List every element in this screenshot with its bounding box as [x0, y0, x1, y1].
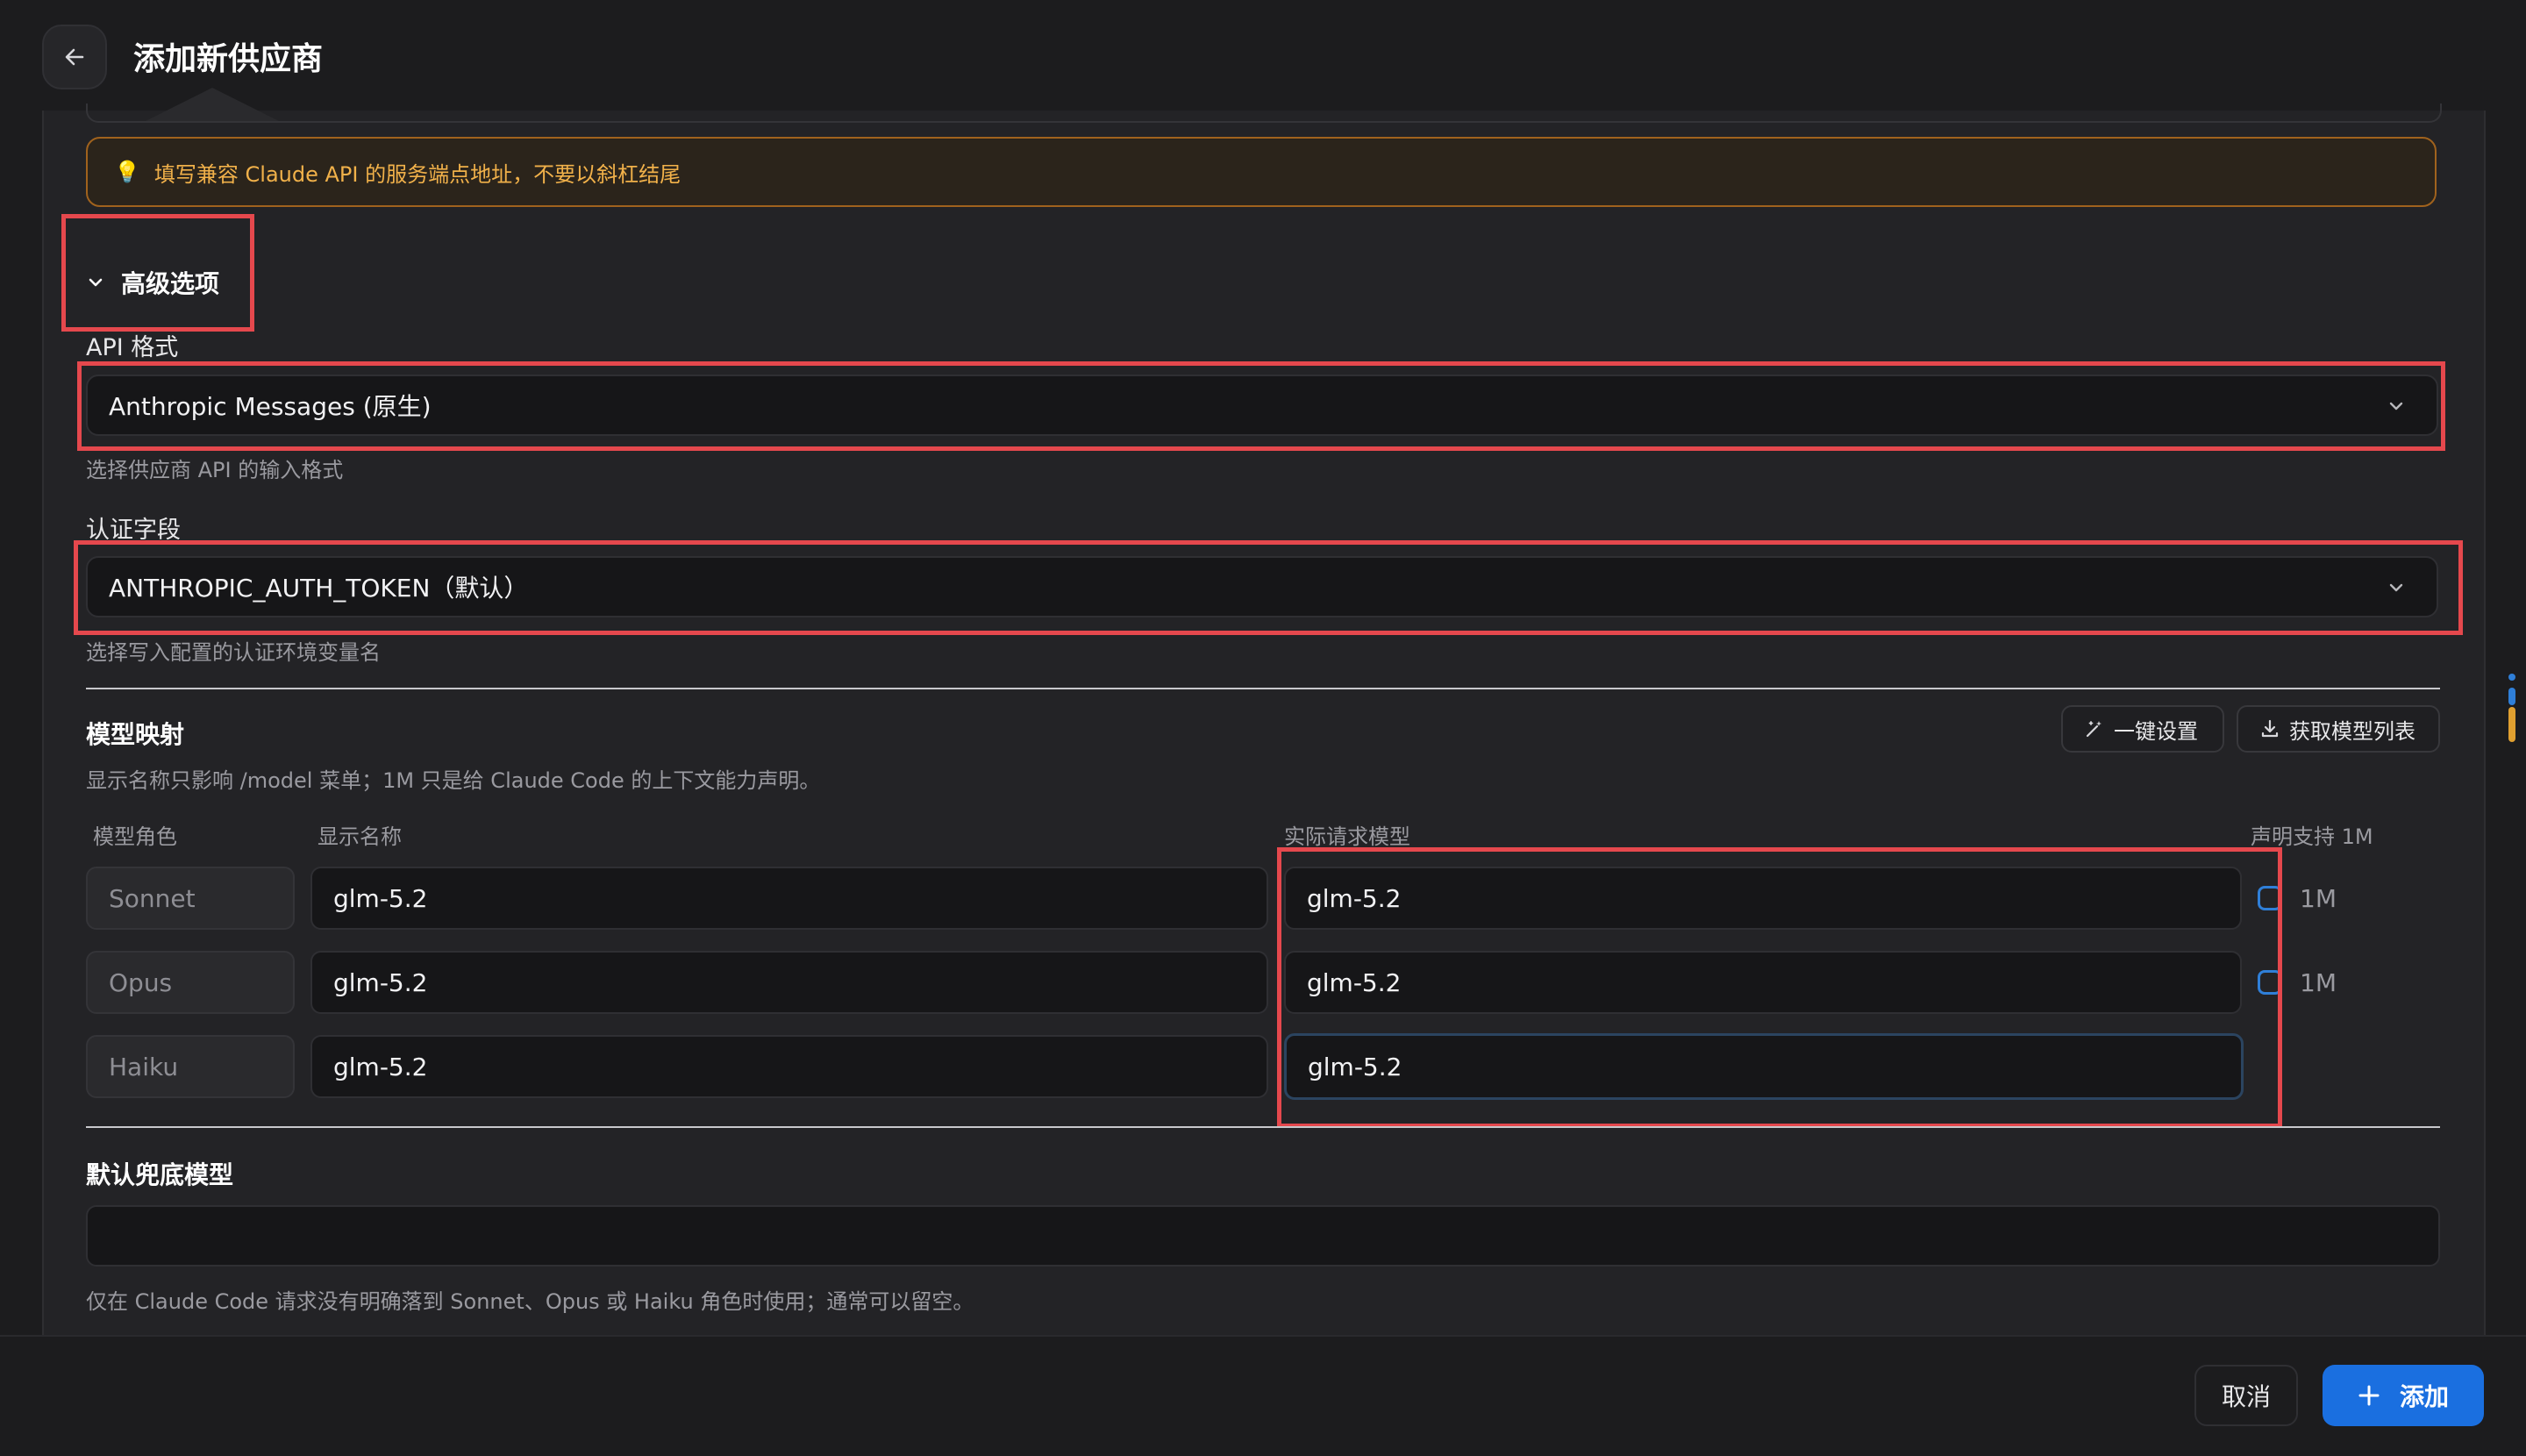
endpoint-field-edge[interactable]	[86, 103, 2442, 123]
fetch-models-label: 获取模型列表	[2289, 718, 2415, 744]
col-display: 显示名称	[318, 824, 402, 849]
auth-field-value: ANTHROPIC_AUTH_TOKEN（默认）	[109, 574, 529, 603]
model-mapping-title: 模型映射	[86, 720, 185, 749]
model-mapping-desc: 显示名称只影响 /model 菜单；1M 只是给 Claude Code 的上下…	[86, 768, 821, 793]
scrollbar-thumb[interactable]	[2508, 688, 2515, 705]
fallback-model-title: 默认兜底模型	[86, 1160, 234, 1189]
chevron-down-icon	[2389, 583, 2403, 592]
endpoint-hint: 💡 填写兼容 Claude API 的服务端点地址，不要以斜杠结尾	[86, 137, 2437, 207]
api-format-select[interactable]: Anthropic Messages (原生)	[86, 375, 2438, 436]
fallback-model-help: 仅在 Claude Code 请求没有明确落到 Sonnet、Opus 或 Ha…	[86, 1289, 974, 1314]
lightbulb-icon: 💡	[114, 160, 140, 184]
role-sonnet: Sonnet	[86, 867, 295, 930]
back-button[interactable]	[42, 25, 107, 89]
one-click-setup-label: 一键设置	[2114, 718, 2198, 744]
api-format-label: API 格式	[86, 334, 179, 361]
endpoint-hint-text: 填写兼容 Claude API 的服务端点地址，不要以斜杠结尾	[153, 161, 681, 187]
download-icon	[2261, 719, 2279, 738]
advanced-options-toggle[interactable]: 高级选项	[86, 265, 219, 300]
auth-field-help: 选择写入配置的认证环境变量名	[86, 640, 381, 665]
fetch-models-button[interactable]: 获取模型列表	[2237, 705, 2440, 753]
arrow-left-icon	[65, 48, 84, 66]
col-role: 模型角色	[93, 824, 177, 849]
display-name-input-haiku[interactable]: glm-5.2	[310, 1035, 1268, 1098]
page-title: 添加新供应商	[133, 41, 324, 77]
col-declare-1m: 声明支持 1M	[2251, 824, 2373, 849]
api-format-help: 选择供应商 API 的输入格式	[86, 458, 344, 482]
display-name-input-sonnet[interactable]: glm-5.2	[310, 867, 1268, 930]
section-divider	[86, 688, 2440, 689]
display-name-value: glm-5.2	[333, 967, 428, 997]
advanced-options-label: 高级选项	[121, 269, 220, 298]
add-button[interactable]: 添加	[2323, 1365, 2484, 1426]
declare-1m-label: 1M	[2300, 884, 2337, 913]
cancel-button[interactable]: 取消	[2194, 1365, 2298, 1426]
header: 添加新供应商	[0, 0, 2526, 114]
declare-1m-label: 1M	[2300, 968, 2337, 997]
add-button-label: 添加	[2399, 1382, 2449, 1411]
display-name-value: glm-5.2	[333, 1052, 428, 1081]
role-haiku: Haiku	[86, 1035, 295, 1098]
display-name-input-opus[interactable]: glm-5.2	[310, 951, 1268, 1014]
highlight-actual-model-column	[1277, 847, 2282, 1128]
scrollbar-thumb-warning	[2508, 707, 2515, 742]
footer-bar	[0, 1335, 2526, 1456]
auth-field-select[interactable]: ANTHROPIC_AUTH_TOKEN（默认）	[86, 556, 2438, 617]
scrollbar-marker	[2508, 674, 2515, 681]
display-name-value: glm-5.2	[333, 883, 428, 913]
fallback-model-input[interactable]	[86, 1205, 2440, 1267]
role-opus: Opus	[86, 951, 295, 1014]
magic-wand-icon	[2086, 721, 2101, 738]
col-actual: 实际请求模型	[1284, 824, 1410, 849]
chevron-down-icon	[89, 278, 103, 287]
plus-icon	[2358, 1385, 2380, 1406]
api-format-value: Anthropic Messages (原生)	[109, 392, 432, 421]
chevron-down-icon	[2389, 402, 2403, 410]
section-divider	[86, 1126, 2440, 1128]
one-click-setup-button[interactable]: 一键设置	[2061, 705, 2224, 753]
